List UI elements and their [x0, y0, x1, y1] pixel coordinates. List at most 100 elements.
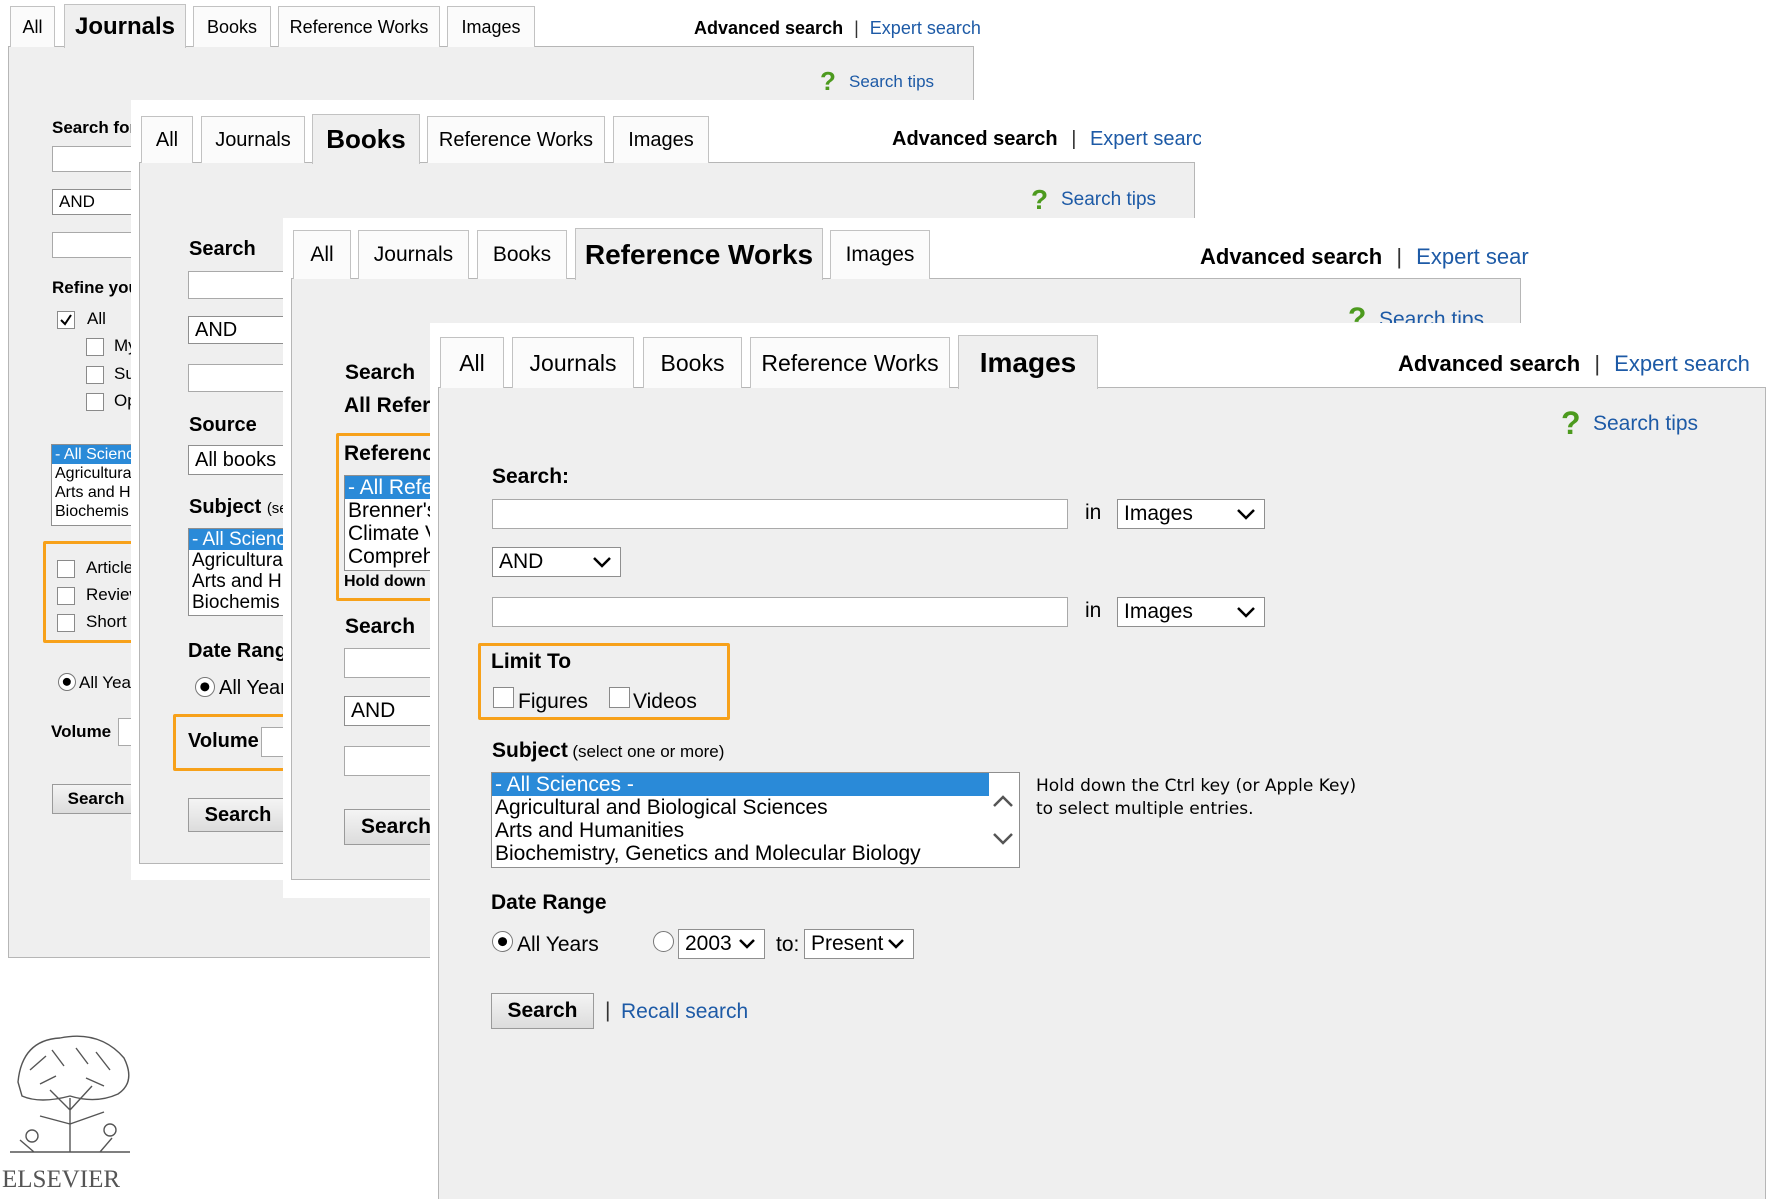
all-years-radio[interactable] — [195, 677, 215, 697]
tab-reference-works[interactable]: Reference Works — [575, 228, 823, 280]
tab-journals[interactable]: Journals — [201, 116, 305, 163]
tab-journals[interactable]: Journals — [512, 337, 634, 388]
tab-books[interactable]: Books — [193, 6, 271, 47]
expert-search-link[interactable]: Expert search — [1614, 351, 1750, 376]
article-type-checkbox[interactable] — [57, 614, 75, 632]
refine-option-checkbox[interactable] — [86, 393, 104, 411]
recall-search-link[interactable]: Recall search — [621, 1000, 748, 1024]
tab-images[interactable]: Images — [447, 6, 535, 47]
tab-label: Books — [492, 243, 552, 266]
chevron-down-icon — [739, 939, 755, 949]
tab-images[interactable]: Images — [613, 116, 709, 163]
subject-heading: Subject (select one or more) — [492, 739, 724, 763]
videos-checkbox[interactable] — [609, 687, 630, 708]
refine-option-checkbox[interactable] — [86, 366, 104, 384]
search-button[interactable]: Search — [188, 798, 288, 832]
search-input-2[interactable] — [492, 597, 1068, 627]
advanced-search-link[interactable]: Advanced search — [892, 128, 1058, 150]
tab-label: Journals — [529, 349, 617, 376]
tab-label: Reference Works — [438, 128, 594, 151]
subject-listbox[interactable]: - All Sciences - Agricultural and Biolog… — [491, 772, 1020, 868]
field-select-2[interactable]: Images — [1117, 597, 1265, 627]
field-select-1[interactable]: Images — [1117, 499, 1265, 529]
from-year-select[interactable]: 2003 — [678, 929, 765, 959]
images-search-card: All Journals Books Reference Works Image… — [430, 323, 1773, 1199]
tab-all[interactable]: All — [141, 116, 193, 163]
expert-search-link[interactable]: Expert search — [870, 18, 981, 38]
header-links: Advanced search | Expert search — [1398, 351, 1750, 377]
tab-journals[interactable]: Journals — [64, 4, 186, 48]
article-type-checkbox[interactable] — [57, 560, 75, 578]
in-label: in — [1085, 599, 1102, 622]
list-item[interactable]: Biochemistry, Genetics and Molecular Bio… — [492, 842, 1019, 865]
search-tips-link[interactable]: Search tips — [849, 72, 934, 92]
header-links: Advanced search | Expert search — [1200, 244, 1529, 270]
advanced-search-link[interactable]: Advanced search — [1398, 351, 1580, 376]
date-range-label: Date Range — [188, 640, 299, 662]
header-links: Advanced search | Expert search — [694, 18, 981, 39]
tab-reference-works[interactable]: Reference Works — [427, 116, 605, 163]
search-tips-link[interactable]: Search tips — [1593, 412, 1698, 436]
tab-books[interactable]: Books — [643, 337, 742, 388]
search-label-2: Search — [345, 615, 416, 638]
tab-label: Images — [979, 346, 1077, 378]
list-item[interactable]: Agricultural and Biological Sciences — [492, 796, 1019, 819]
tab-label: Reference Works — [584, 238, 814, 270]
article-type-checkbox[interactable] — [57, 587, 75, 605]
boolean-operator-select[interactable]: AND — [492, 547, 621, 577]
search-for-label: Search for — [52, 118, 137, 137]
to-year-select[interactable]: Present — [804, 929, 914, 959]
list-item[interactable]: - All Sciences - — [492, 773, 989, 796]
search-button[interactable]: Search — [52, 784, 140, 814]
chevron-down-icon — [1237, 509, 1255, 520]
tab-label: Reference Works — [761, 349, 939, 376]
expert-search-link[interactable]: Expert search — [1090, 128, 1201, 150]
refine-all-checkbox[interactable] — [57, 311, 75, 329]
tab-reference-works[interactable]: Reference Works — [750, 337, 950, 388]
advanced-search-link[interactable]: Advanced search — [1200, 244, 1382, 269]
tab-label: Images — [845, 243, 915, 266]
tab-all[interactable]: All — [293, 230, 351, 279]
chevron-down-icon — [593, 557, 611, 568]
tab-books[interactable]: Books — [312, 114, 420, 164]
tab-label: Images — [461, 16, 521, 37]
checkmark-icon — [60, 314, 72, 326]
tab-books[interactable]: Books — [477, 230, 567, 279]
scroll-down-icon[interactable] — [991, 831, 1015, 847]
tab-reference-works[interactable]: Reference Works — [278, 6, 440, 47]
all-years-radio[interactable] — [492, 931, 513, 952]
year-range-radio[interactable] — [653, 931, 674, 952]
tab-label: All — [310, 243, 334, 266]
select-value: Images — [1124, 502, 1193, 525]
tab-label: All — [459, 349, 485, 376]
link-separator: | — [854, 18, 859, 38]
expert-search-link[interactable]: Expert search — [1416, 244, 1529, 269]
advanced-search-link[interactable]: Advanced search — [694, 18, 843, 38]
search-tips-link[interactable]: Search tips — [1061, 189, 1156, 211]
tab-label: Books — [206, 16, 258, 37]
multi-select-hint-line-2: to select multiple entries. — [1036, 799, 1254, 819]
tab-journals[interactable]: Journals — [358, 230, 469, 279]
tab-images[interactable]: Images — [830, 230, 930, 279]
date-range-label: Date Range — [491, 891, 607, 914]
tab-images[interactable]: Images — [958, 335, 1098, 389]
all-years-radio[interactable] — [58, 673, 76, 691]
tab-label: Images — [628, 128, 694, 151]
chevron-down-icon — [1237, 607, 1255, 618]
figures-label: Figures — [518, 690, 589, 713]
search-input-1[interactable] — [492, 499, 1068, 529]
search-button[interactable]: Search — [491, 993, 594, 1029]
tab-label: Journals — [215, 128, 291, 151]
subject-heading: Subject (se — [189, 496, 288, 519]
scroll-up-icon[interactable] — [991, 793, 1015, 809]
list-item[interactable]: Arts and Humanities — [492, 819, 1019, 842]
logo-text: ELSEVIER — [2, 1166, 121, 1193]
in-label: in — [1085, 501, 1102, 524]
tab-all[interactable]: All — [440, 337, 504, 388]
volume-label: Volume — [188, 730, 259, 752]
tab-all[interactable]: All — [10, 6, 55, 47]
search-label: Search — [345, 361, 416, 384]
refine-option-checkbox[interactable] — [86, 338, 104, 356]
figures-checkbox[interactable] — [493, 687, 514, 708]
article-type-label: Short — [86, 612, 127, 631]
